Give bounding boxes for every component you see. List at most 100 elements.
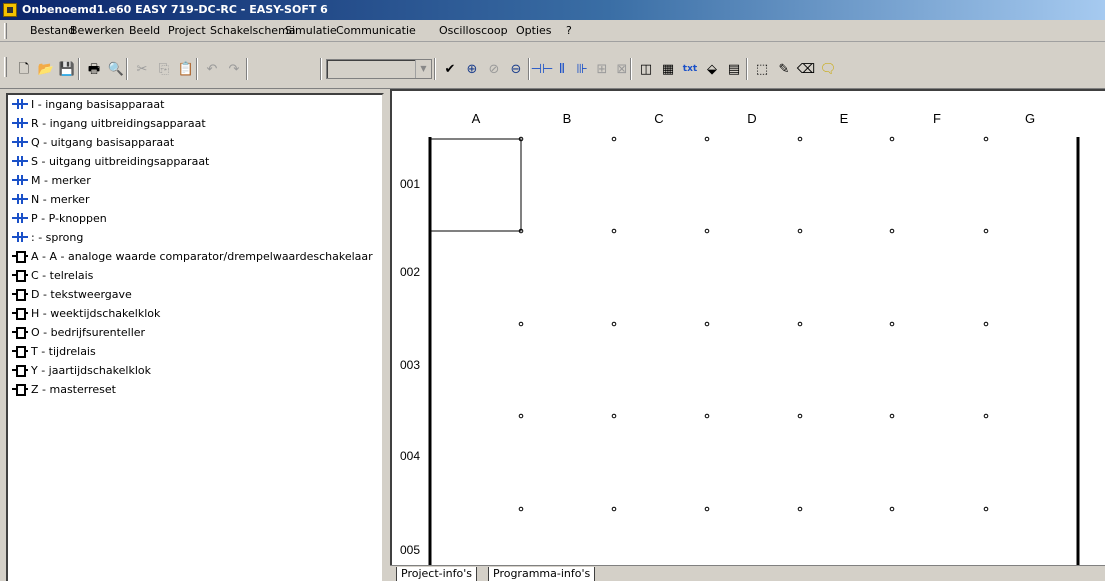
- new-file-icon[interactable]: 🗋: [14, 59, 34, 79]
- contact-icon: [12, 156, 28, 166]
- toolbar-separator: [320, 58, 322, 80]
- connection-point[interactable]: [889, 321, 895, 327]
- zoom-combo[interactable]: ▼: [326, 59, 432, 79]
- zoom-in-icon[interactable]: ⊕: [462, 59, 482, 79]
- connection-point[interactable]: [704, 136, 710, 142]
- tab-program-info[interactable]: Programma-info's: [488, 567, 596, 581]
- tree-item[interactable]: P - P-knoppen: [8, 209, 382, 228]
- copy-icon[interactable]: ⎘: [154, 59, 174, 79]
- tree-item[interactable]: H - weektijdschakelklok: [8, 304, 382, 323]
- tree-item-label: P - P-knoppen: [31, 212, 107, 225]
- connection-point[interactable]: [797, 228, 803, 234]
- tree-item[interactable]: C - telrelais: [8, 266, 382, 285]
- undo-icon[interactable]: ↶: [202, 59, 222, 79]
- circuit-diagram-canvas[interactable]: A B C D E F G 001 002 003 004 005: [392, 91, 1105, 567]
- delete-rung-icon[interactable]: ⊠: [612, 59, 632, 79]
- connection-point[interactable]: [983, 136, 989, 142]
- toolbar-separator: [246, 58, 248, 80]
- menu-bewerken[interactable]: Bewerken: [70, 24, 124, 37]
- tree-item[interactable]: : - sprong: [8, 228, 382, 247]
- connection-point[interactable]: [797, 413, 803, 419]
- toolbar-grip[interactable]: [4, 57, 7, 77]
- tree-item[interactable]: D - tekstweergave: [8, 285, 382, 304]
- negated-contact-tool-icon[interactable]: Ⅱ: [552, 59, 572, 79]
- connection-point[interactable]: [983, 506, 989, 512]
- grid-icon[interactable]: ▦: [658, 59, 678, 79]
- print-preview-icon[interactable]: 🔍: [106, 59, 126, 79]
- tree-item[interactable]: Q - uitgang basisapparaat: [8, 133, 382, 152]
- connection-point[interactable]: [611, 136, 617, 142]
- connection-point[interactable]: [704, 506, 710, 512]
- menu-project[interactable]: Project: [168, 24, 206, 37]
- contact-icon: [12, 232, 28, 242]
- selected-cell-cursor[interactable]: [429, 138, 522, 232]
- tree-item[interactable]: S - uitgang uitbreidingsapparaat: [8, 152, 382, 171]
- connection-point[interactable]: [983, 228, 989, 234]
- connection-point[interactable]: [797, 136, 803, 142]
- open-folder-icon[interactable]: 📂: [36, 59, 56, 79]
- paste-icon[interactable]: 📋: [176, 59, 196, 79]
- cut-icon[interactable]: ✂: [132, 59, 152, 79]
- function-block-tool-icon[interactable]: ⊞: [592, 59, 612, 79]
- connection-point[interactable]: [611, 506, 617, 512]
- tree-item[interactable]: I - ingang basisapparaat: [8, 95, 382, 114]
- connection-point[interactable]: [704, 228, 710, 234]
- menubar-grip[interactable]: [4, 23, 7, 39]
- layout-icon[interactable]: ⬙: [702, 59, 722, 79]
- tree-item[interactable]: O - bedrijfsurenteller: [8, 323, 382, 342]
- tree-item[interactable]: Z - masterreset: [8, 380, 382, 399]
- print-icon[interactable]: 🖶: [84, 59, 104, 79]
- connection-point[interactable]: [797, 506, 803, 512]
- menu-bestand[interactable]: Bestand: [30, 24, 75, 37]
- table-icon[interactable]: ▤: [724, 59, 744, 79]
- coil-tool-icon[interactable]: ⊪: [572, 59, 592, 79]
- contact-icon: [12, 175, 28, 185]
- tree-item[interactable]: R - ingang uitbreidingsapparaat: [8, 114, 382, 133]
- text-icon[interactable]: txt: [680, 59, 700, 79]
- menu-oscilloscoop[interactable]: Oscilloscoop: [439, 24, 508, 37]
- zoom-fit-icon[interactable]: ⊘: [484, 59, 504, 79]
- connection-point[interactable]: [518, 321, 524, 327]
- menu-bar: Bestand Bewerken Beeld Project Schakelschema…: [0, 20, 1105, 42]
- eraser-icon[interactable]: ⌫: [796, 59, 816, 79]
- menu-communicatie[interactable]: Communicatie: [336, 24, 416, 37]
- view-panel-icon[interactable]: ◫: [636, 59, 656, 79]
- connection-point[interactable]: [611, 413, 617, 419]
- connection-point[interactable]: [611, 321, 617, 327]
- connection-point[interactable]: [518, 506, 524, 512]
- tree-item[interactable]: M - merker: [8, 171, 382, 190]
- save-icon[interactable]: 💾: [57, 59, 77, 79]
- connection-point[interactable]: [983, 321, 989, 327]
- chevron-down-icon[interactable]: ▼: [415, 60, 431, 78]
- circuit-diagram[interactable]: A B C D E F G 001 002 003 004 005: [390, 89, 1105, 567]
- contact-tool-icon[interactable]: ⊣⊢: [531, 59, 554, 79]
- connection-point[interactable]: [889, 228, 895, 234]
- menu-opties[interactable]: Opties: [516, 24, 552, 37]
- connection-point[interactable]: [704, 321, 710, 327]
- connection-point[interactable]: [983, 413, 989, 419]
- tree-item[interactable]: Y - jaartijdschakelklok: [8, 361, 382, 380]
- zoom-out-icon[interactable]: ⊖: [506, 59, 526, 79]
- connection-point[interactable]: [889, 413, 895, 419]
- connection-point[interactable]: [889, 506, 895, 512]
- connection-point[interactable]: [518, 413, 524, 419]
- tree-item[interactable]: A - A - analoge waarde comparator/drempe…: [8, 247, 382, 266]
- menu-beeld[interactable]: Beeld: [129, 24, 160, 37]
- redo-icon[interactable]: ↷: [224, 59, 244, 79]
- menu-simulatie[interactable]: Simulatie: [285, 24, 337, 37]
- pencil-icon[interactable]: ✎: [774, 59, 794, 79]
- comment-icon[interactable]: 🗨: [818, 59, 838, 79]
- check-program-icon[interactable]: ✔: [440, 59, 460, 79]
- menu-schakelschema[interactable]: Schakelschema: [210, 24, 296, 37]
- connection-point[interactable]: [704, 413, 710, 419]
- tree-item[interactable]: T - tijdrelais: [8, 342, 382, 361]
- app-icon[interactable]: [3, 3, 17, 17]
- menu-help[interactable]: ?: [566, 24, 572, 37]
- tree-item-label: Y - jaartijdschakelklok: [31, 364, 151, 377]
- connection-point[interactable]: [797, 321, 803, 327]
- select-rect-icon[interactable]: ⬚: [752, 59, 772, 79]
- tab-project-info[interactable]: Project-info's: [396, 567, 477, 581]
- tree-item[interactable]: N - merker: [8, 190, 382, 209]
- connection-point[interactable]: [611, 228, 617, 234]
- connection-point[interactable]: [889, 136, 895, 142]
